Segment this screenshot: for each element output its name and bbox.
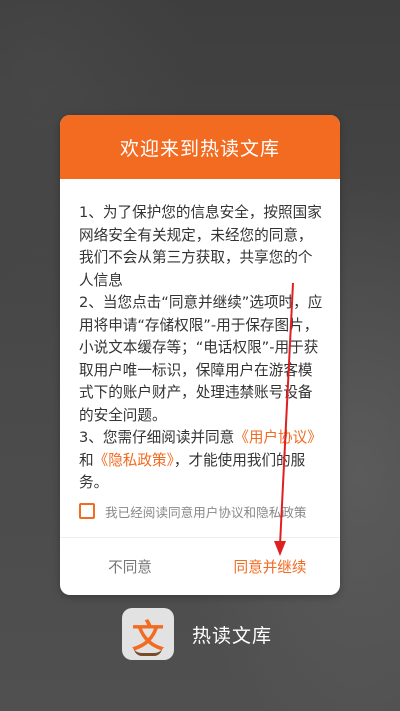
privacy-paragraph-1: 1、为了保护您的信息安全，按照国家网络安全有关规定，未经您的同意，我们不会从第三… bbox=[79, 204, 322, 289]
dialog-button-row: 不同意 同意并继续 bbox=[60, 538, 340, 595]
dialog-header: 欢迎来到热读文库 bbox=[60, 115, 340, 179]
disagree-button[interactable]: 不同意 bbox=[60, 538, 200, 595]
app-name: 热读文库 bbox=[192, 624, 273, 647]
app-logo-icon: 文 bbox=[122, 608, 174, 660]
privacy-policy-link[interactable]: 《隐私政策》 bbox=[94, 452, 174, 469]
agree-checkbox-label[interactable]: 我已经阅读同意用户协议和隐私政策 bbox=[105, 502, 307, 521]
agree-continue-button[interactable]: 同意并继续 bbox=[200, 538, 340, 595]
privacy-paragraph-3: 3、您需仔细阅读并同意《用户协议》和《隐私政策》，才能使用我们的服务。 bbox=[79, 427, 323, 495]
paragraph-3-and: 和 bbox=[79, 451, 94, 469]
logo-book-mark bbox=[134, 648, 162, 656]
paragraph-3-intro: 3、您需仔细阅读并同意 bbox=[79, 429, 235, 446]
user-agreement-link[interactable]: 《用户协议》 bbox=[234, 429, 322, 446]
agree-checkbox[interactable] bbox=[79, 503, 95, 519]
privacy-dialog: 欢迎来到热读文库 1、为了保护您的信息安全，按照国家网络安全有关规定，未经您的同… bbox=[60, 115, 340, 595]
privacy-paragraph-2: 2、当您点击“同意并继续”选项时，应用将申请“存储权限”-用于保存图片，小说文本… bbox=[79, 294, 323, 424]
dialog-body: 1、为了保护您的信息安全，按照国家网络安全有关规定，未经您的同意，我们不会从第三… bbox=[79, 202, 323, 495]
app-brand: 文 热读文库 bbox=[122, 608, 272, 660]
dialog-title: 欢迎来到热读文库 bbox=[119, 137, 280, 160]
agree-checkbox-row[interactable]: 我已经阅读同意用户协议和隐私政策 bbox=[79, 500, 329, 522]
